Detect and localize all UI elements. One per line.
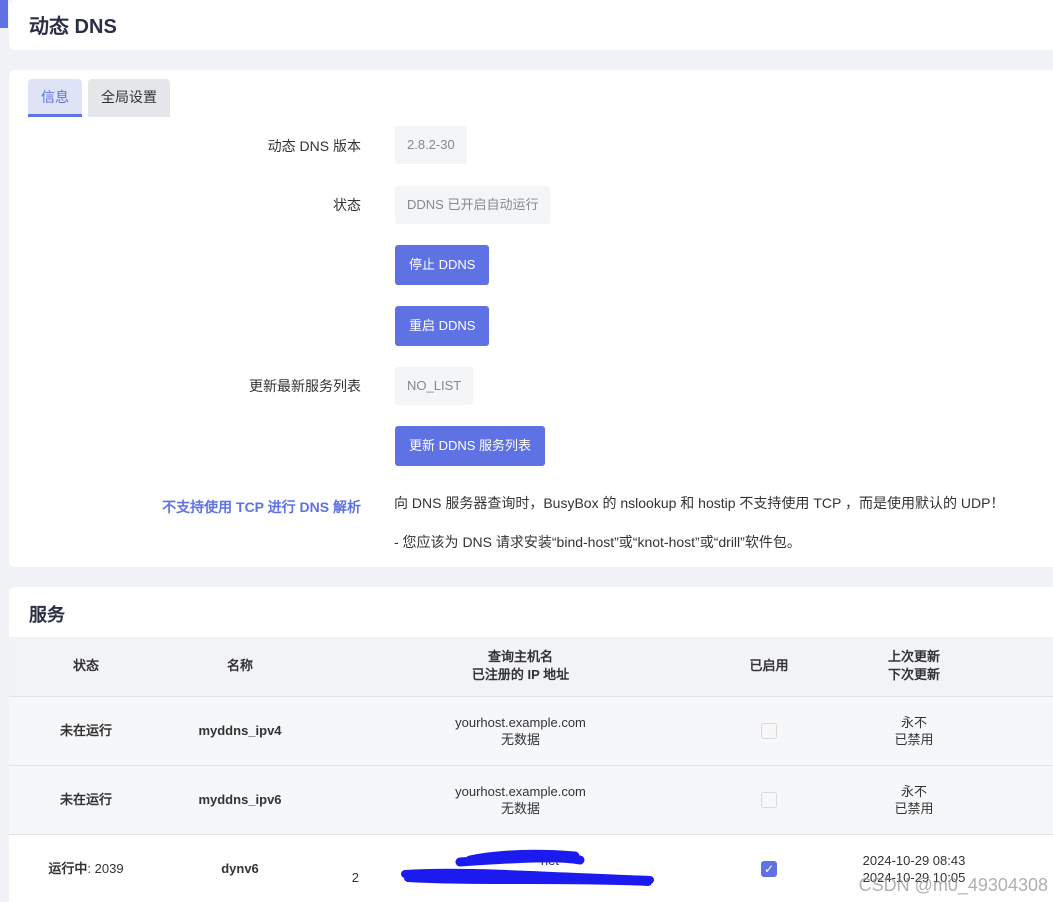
- tab-info[interactable]: 信息: [28, 79, 82, 117]
- tab-bar: 信息 全局设置: [28, 79, 170, 117]
- table-row: 未在运行 myddns_ipv6 yourhost.example.com 无数据…: [9, 765, 1053, 835]
- info-panel: 动态 DNS 版本 2.8.2-30 状态 DDNS 已开启自动运行 停止 DD…: [9, 117, 1053, 567]
- row-name: myddns_ipv6: [163, 765, 317, 835]
- restart-ddns-button[interactable]: 重启 DDNS: [395, 306, 490, 346]
- row-hostname: yourhost.example.com: [455, 783, 586, 799]
- row-next-update: 已禁用: [894, 800, 934, 816]
- stop-ddns-button[interactable]: 停止 DDNS: [395, 245, 490, 285]
- row-next-update: 已禁用: [894, 731, 934, 747]
- row-update: 永不 已禁用: [814, 696, 1014, 766]
- row-pid: : 2039: [87, 861, 124, 876]
- enabled-checkbox-checked[interactable]: ✓: [761, 861, 777, 878]
- row-last-update: 2024-10-29 08:43: [862, 852, 966, 868]
- tcp-note-line1: 向 DNS 服务器查询时，BusyBox 的 nslookup 和 hostip…: [394, 495, 1005, 511]
- row-name: myddns_ipv4: [163, 696, 317, 766]
- service-list-value: NO_LIST: [395, 367, 474, 405]
- tcp-warning-label: 不支持使用 TCP 进行 DNS 解析: [162, 499, 361, 515]
- redaction-scribble: [401, 849, 654, 886]
- enabled-checkbox[interactable]: [761, 723, 777, 740]
- row-enabled: [724, 696, 814, 766]
- col-name: 名称: [163, 637, 317, 697]
- services-title: 服务: [29, 605, 65, 625]
- row-update: 永不 已禁用: [814, 765, 1014, 835]
- row-enabled: ✓: [724, 834, 814, 902]
- col-update-line1: 上次更新: [887, 649, 940, 665]
- col-status: 状态: [9, 637, 163, 697]
- row-status: 未在运行: [9, 765, 163, 835]
- status-label: 状态: [333, 197, 361, 213]
- row-last-update: 永不: [900, 783, 927, 799]
- table-row: 未在运行 myddns_ipv4 yourhost.example.com 无数据…: [9, 696, 1053, 766]
- col-host: 查询主机名已注册的 IP 地址: [317, 637, 724, 697]
- table-header-row: 状态 名称 查询主机名已注册的 IP 地址 已启用 上次更新下次更新: [9, 637, 1053, 697]
- col-spacer: [1014, 637, 1053, 697]
- row-host: yourhost.example.com 无数据: [317, 765, 724, 835]
- title-card: 动态 DNS: [9, 0, 1053, 50]
- status-value: DDNS 已开启自动运行: [395, 186, 551, 224]
- row-status: 运行中: 2039: [9, 834, 163, 902]
- enabled-checkbox[interactable]: [761, 792, 777, 809]
- service-list-label: 更新最新服务列表: [249, 378, 361, 394]
- row-name: dynv6: [163, 834, 317, 902]
- row-status-text: 运行中: [48, 861, 88, 876]
- accent-bar: [0, 0, 8, 28]
- tcp-note-line2: - 您应该为 DNS 请求安装“bind-host”或“knot-host”或“…: [394, 534, 801, 550]
- col-host-line2: 已注册的 IP 地址: [471, 667, 570, 683]
- col-update: 上次更新 下次更新: [814, 637, 1014, 697]
- col-update-line2: 下次更新: [887, 667, 940, 683]
- tab-global-settings[interactable]: 全局设置: [88, 79, 170, 117]
- watermark: CSDN @m0_49304308: [858, 875, 1048, 895]
- row-ip: 无数据: [500, 731, 540, 747]
- row-last-update: 永不: [900, 714, 927, 730]
- info-card: 信息 全局设置 动态 DNS 版本 2.8.2-30 状态 DDNS 已开启自动…: [9, 70, 1053, 567]
- page-title: 动态 DNS: [29, 16, 117, 38]
- version-value: 2.8.2-30: [395, 126, 467, 164]
- row-ip: 无数据: [500, 800, 540, 816]
- col-host-line1: 查询主机名: [487, 649, 553, 665]
- col-enabled: 已启用: [724, 637, 814, 697]
- row-hostname: yourhost.example.com: [455, 714, 586, 730]
- row-enabled: [724, 765, 814, 835]
- row-status: 未在运行: [9, 696, 163, 766]
- version-label: 动态 DNS 版本: [267, 138, 361, 154]
- row-host: yourhost.example.com 无数据: [317, 696, 724, 766]
- update-service-list-button[interactable]: 更新 DDNS 服务列表: [395, 426, 546, 466]
